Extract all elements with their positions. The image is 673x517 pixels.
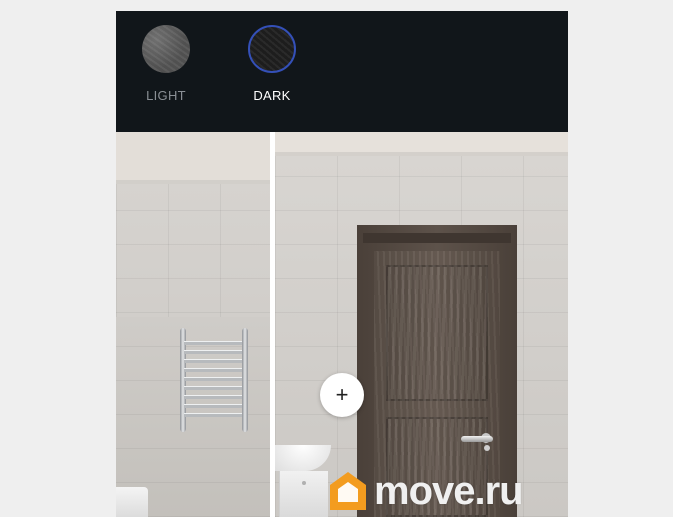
finish-option-dark-label: DARK: [253, 88, 291, 103]
after-pane: [275, 132, 568, 517]
move-ru-watermark: move.ru: [328, 466, 524, 516]
door-handle: [461, 436, 493, 442]
finish-option-dark[interactable]: DARK: [202, 25, 342, 103]
watermark-text: move.ru: [374, 469, 524, 513]
bathroom-render: +: [116, 132, 568, 517]
cabinet-knob: [302, 481, 306, 485]
door-panel-top: [386, 265, 488, 401]
plus-icon: +: [335, 382, 349, 407]
finish-comparison-widget: LIGHT DARK +: [116, 11, 568, 517]
comparison-toggle-button[interactable]: +: [320, 373, 364, 417]
before-pane: [116, 132, 270, 517]
house-logo-icon: [330, 472, 366, 510]
radiator-post-right: [242, 328, 248, 432]
sink: [275, 445, 331, 471]
door-lock: [484, 445, 490, 451]
finish-selector-bar: LIGHT DARK: [116, 11, 568, 132]
radiator-bars: [184, 336, 244, 422]
light-wood-swatch[interactable]: [142, 25, 190, 73]
door-lintel: [363, 233, 511, 243]
vanity-cabinet: [279, 471, 328, 517]
dark-wood-swatch[interactable]: [248, 25, 296, 73]
bathtub-edge: [116, 487, 148, 517]
towel-radiator: [180, 328, 248, 432]
